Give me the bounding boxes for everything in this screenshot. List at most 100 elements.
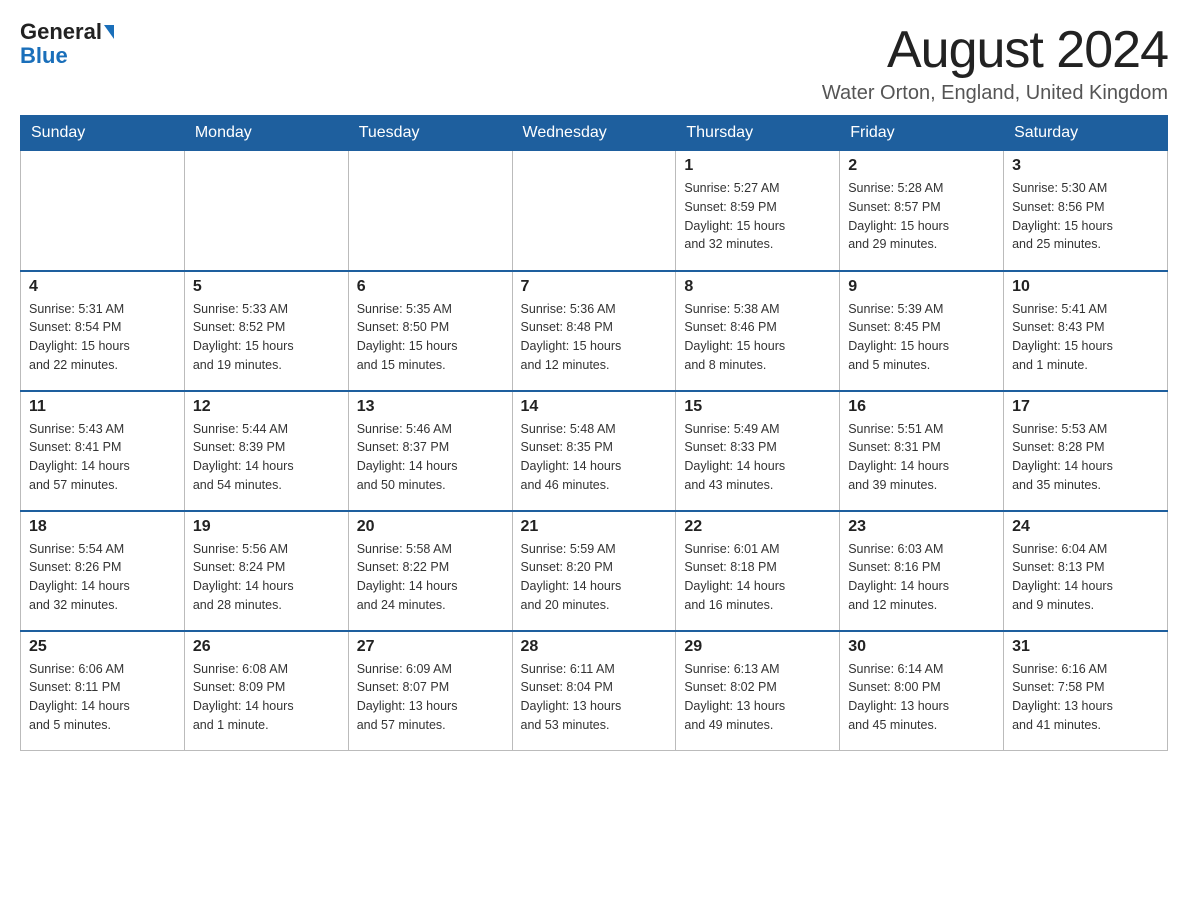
- calendar-cell: 21 Sunrise: 5:59 AMSunset: 8:20 PMDayligh…: [512, 511, 676, 631]
- day-number: 22: [684, 518, 831, 536]
- day-number: 6: [357, 278, 504, 296]
- calendar-cell: 15 Sunrise: 5:49 AMSunset: 8:33 PMDayligh…: [676, 391, 840, 511]
- day-number: 31: [1012, 638, 1159, 656]
- day-number: 27: [357, 638, 504, 656]
- day-info: Sunrise: 6:04 AMSunset: 8:13 PMDaylight:…: [1012, 540, 1159, 615]
- day-number: 13: [357, 398, 504, 416]
- weekday-header-sunday: Sunday: [21, 116, 185, 151]
- weekday-header-friday: Friday: [840, 116, 1004, 151]
- weekday-header-saturday: Saturday: [1004, 116, 1168, 151]
- day-number: 25: [29, 638, 176, 656]
- day-info: Sunrise: 6:13 AMSunset: 8:02 PMDaylight:…: [684, 660, 831, 735]
- week-row-1: 1 Sunrise: 5:27 AMSunset: 8:59 PMDaylight…: [21, 151, 1168, 271]
- day-info: Sunrise: 6:16 AMSunset: 7:58 PMDaylight:…: [1012, 660, 1159, 735]
- day-number: 16: [848, 398, 995, 416]
- calendar-cell: 17 Sunrise: 5:53 AMSunset: 8:28 PMDayligh…: [1004, 391, 1168, 511]
- week-row-5: 25 Sunrise: 6:06 AMSunset: 8:11 PMDayligh…: [21, 631, 1168, 751]
- calendar-cell: 5Sunrise: 5:33 AMSunset: 8:52 PMDaylight…: [184, 271, 348, 391]
- day-info: Sunrise: 5:59 AMSunset: 8:20 PMDaylight:…: [521, 540, 668, 615]
- day-info: Sunrise: 6:09 AMSunset: 8:07 PMDaylight:…: [357, 660, 504, 735]
- month-title: August 2024: [822, 20, 1168, 80]
- day-number: 4: [29, 278, 176, 296]
- calendar-cell: 3Sunrise: 5:30 AMSunset: 8:56 PMDaylight…: [1004, 151, 1168, 271]
- day-info: Sunrise: 5:54 AMSunset: 8:26 PMDaylight:…: [29, 540, 176, 615]
- day-number: 29: [684, 638, 831, 656]
- page-header: General Blue August 2024 Water Orton, En…: [20, 20, 1168, 105]
- calendar-cell: 16Sunrise: 5:51 AMSunset: 8:31 PMDayligh…: [840, 391, 1004, 511]
- day-number: 20: [357, 518, 504, 536]
- day-number: 7: [521, 278, 668, 296]
- day-info: Sunrise: 5:53 AMSunset: 8:28 PMDaylight:…: [1012, 420, 1159, 495]
- day-info: Sunrise: 5:35 AMSunset: 8:50 PMDaylight:…: [357, 300, 504, 375]
- day-number: 12: [193, 398, 340, 416]
- day-number: 28: [521, 638, 668, 656]
- weekday-header-monday: Monday: [184, 116, 348, 151]
- calendar-cell: 9Sunrise: 5:39 AMSunset: 8:45 PMDaylight…: [840, 271, 1004, 391]
- calendar-cell: 26 Sunrise: 6:08 AMSunset: 8:09 PMDayligh…: [184, 631, 348, 751]
- day-number: 14: [521, 398, 668, 416]
- weekday-header-wednesday: Wednesday: [512, 116, 676, 151]
- day-info: Sunrise: 6:06 AMSunset: 8:11 PMDaylight:…: [29, 660, 176, 735]
- day-info: Sunrise: 6:03 AMSunset: 8:16 PMDaylight:…: [848, 540, 995, 615]
- day-number: 24: [1012, 518, 1159, 536]
- day-number: 9: [848, 278, 995, 296]
- day-info: Sunrise: 5:31 AMSunset: 8:54 PMDaylight:…: [29, 300, 176, 375]
- day-number: 30: [848, 638, 995, 656]
- calendar-cell: 19 Sunrise: 5:56 AMSunset: 8:24 PMDayligh…: [184, 511, 348, 631]
- logo-arrow-icon: [104, 25, 114, 39]
- calendar-cell: 7 Sunrise: 5:36 AMSunset: 8:48 PMDaylight…: [512, 271, 676, 391]
- calendar-cell: 29 Sunrise: 6:13 AMSunset: 8:02 PMDayligh…: [676, 631, 840, 751]
- day-info: Sunrise: 6:14 AMSunset: 8:00 PMDaylight:…: [848, 660, 995, 735]
- title-area: August 2024 Water Orton, England, United…: [822, 20, 1168, 105]
- logo: General Blue: [20, 20, 114, 68]
- calendar-cell: [348, 151, 512, 271]
- calendar-cell: 8Sunrise: 5:38 AMSunset: 8:46 PMDaylight…: [676, 271, 840, 391]
- day-number: 17: [1012, 398, 1159, 416]
- calendar-cell: 13Sunrise: 5:46 AMSunset: 8:37 PMDayligh…: [348, 391, 512, 511]
- day-info: Sunrise: 5:41 AMSunset: 8:43 PMDaylight:…: [1012, 300, 1159, 375]
- day-number: 19: [193, 518, 340, 536]
- calendar-cell: [21, 151, 185, 271]
- calendar-cell: 27 Sunrise: 6:09 AMSunset: 8:07 PMDayligh…: [348, 631, 512, 751]
- day-number: 11: [29, 398, 176, 416]
- calendar-cell: [184, 151, 348, 271]
- calendar-cell: 20 Sunrise: 5:58 AMSunset: 8:22 PMDayligh…: [348, 511, 512, 631]
- calendar-cell: 24 Sunrise: 6:04 AMSunset: 8:13 PMDayligh…: [1004, 511, 1168, 631]
- day-info: Sunrise: 5:48 AMSunset: 8:35 PMDaylight:…: [521, 420, 668, 495]
- day-info: Sunrise: 5:56 AMSunset: 8:24 PMDaylight:…: [193, 540, 340, 615]
- week-row-2: 4 Sunrise: 5:31 AMSunset: 8:54 PMDaylight…: [21, 271, 1168, 391]
- calendar-cell: 1 Sunrise: 5:27 AMSunset: 8:59 PMDaylight…: [676, 151, 840, 271]
- day-info: Sunrise: 6:01 AMSunset: 8:18 PMDaylight:…: [684, 540, 831, 615]
- day-info: Sunrise: 5:36 AMSunset: 8:48 PMDaylight:…: [521, 300, 668, 375]
- week-row-3: 11 Sunrise: 5:43 AMSunset: 8:41 PMDayligh…: [21, 391, 1168, 511]
- calendar-cell: 11 Sunrise: 5:43 AMSunset: 8:41 PMDayligh…: [21, 391, 185, 511]
- day-info: Sunrise: 6:08 AMSunset: 8:09 PMDaylight:…: [193, 660, 340, 735]
- week-row-4: 18Sunrise: 5:54 AMSunset: 8:26 PMDayligh…: [21, 511, 1168, 631]
- day-info: Sunrise: 5:43 AMSunset: 8:41 PMDaylight:…: [29, 420, 176, 495]
- day-number: 26: [193, 638, 340, 656]
- day-info: Sunrise: 5:49 AMSunset: 8:33 PMDaylight:…: [684, 420, 831, 495]
- day-info: Sunrise: 6:11 AMSunset: 8:04 PMDaylight:…: [521, 660, 668, 735]
- day-info: Sunrise: 5:27 AMSunset: 8:59 PMDaylight:…: [684, 179, 831, 254]
- day-number: 1: [684, 157, 831, 175]
- calendar-cell: 14 Sunrise: 5:48 AMSunset: 8:35 PMDayligh…: [512, 391, 676, 511]
- weekday-header-thursday: Thursday: [676, 116, 840, 151]
- calendar-cell: 18Sunrise: 5:54 AMSunset: 8:26 PMDayligh…: [21, 511, 185, 631]
- day-number: 3: [1012, 157, 1159, 175]
- calendar-cell: 22 Sunrise: 6:01 AMSunset: 8:18 PMDayligh…: [676, 511, 840, 631]
- day-number: 5: [193, 278, 340, 296]
- calendar-cell: 25 Sunrise: 6:06 AMSunset: 8:11 PMDayligh…: [21, 631, 185, 751]
- calendar-cell: 4 Sunrise: 5:31 AMSunset: 8:54 PMDaylight…: [21, 271, 185, 391]
- logo-text-blue: Blue: [20, 44, 114, 68]
- day-number: 15: [684, 398, 831, 416]
- day-number: 21: [521, 518, 668, 536]
- calendar-cell: 23 Sunrise: 6:03 AMSunset: 8:16 PMDayligh…: [840, 511, 1004, 631]
- calendar-cell: 10Sunrise: 5:41 AMSunset: 8:43 PMDayligh…: [1004, 271, 1168, 391]
- day-info: Sunrise: 5:58 AMSunset: 8:22 PMDaylight:…: [357, 540, 504, 615]
- logo-text-general: General: [20, 20, 102, 44]
- calendar-cell: 30 Sunrise: 6:14 AMSunset: 8:00 PMDayligh…: [840, 631, 1004, 751]
- calendar-cell: 31 Sunrise: 6:16 AMSunset: 7:58 PMDayligh…: [1004, 631, 1168, 751]
- calendar-cell: 2Sunrise: 5:28 AMSunset: 8:57 PMDaylight…: [840, 151, 1004, 271]
- day-number: 23: [848, 518, 995, 536]
- calendar-cell: [512, 151, 676, 271]
